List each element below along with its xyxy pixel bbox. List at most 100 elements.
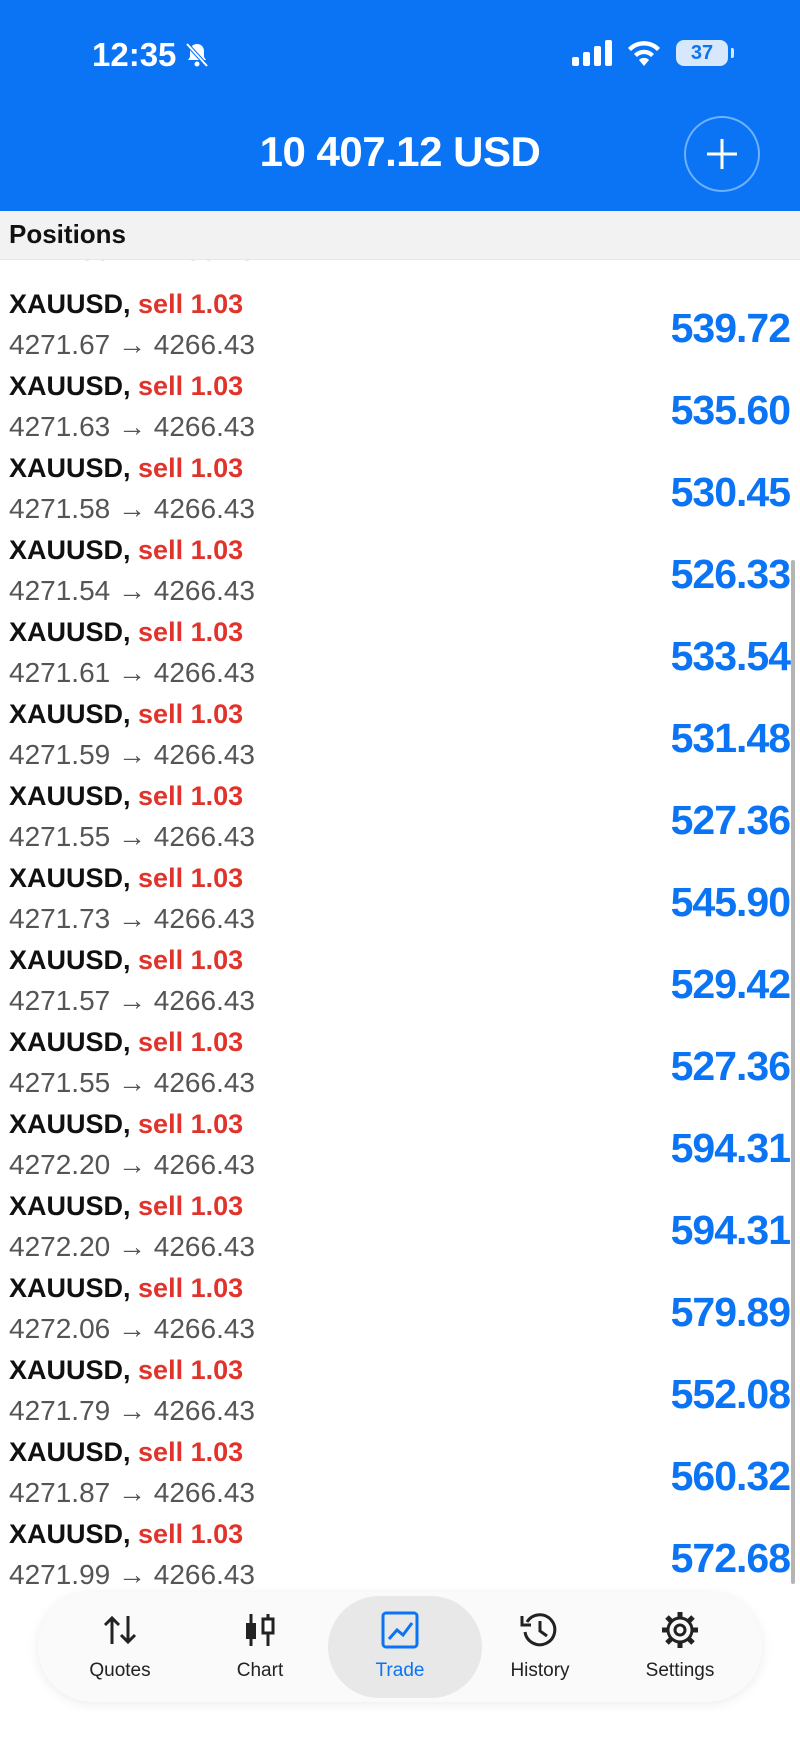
position-symbol: XAUUSD, sell 1.03: [9, 617, 243, 648]
position-symbol: XAUUSD, sell 1.03: [9, 1437, 243, 1468]
position-row[interactable]: XAUUSD, sell 1.03 4271.73 → 4266.43 545.90: [0, 857, 800, 939]
position-profit: 529.42: [670, 961, 791, 1007]
tab-quotes[interactable]: Quotes: [50, 1592, 190, 1702]
arrow-icon: →: [118, 1477, 146, 1508]
symbol-name: XAUUSD,: [9, 617, 131, 647]
battery-icon: 37: [676, 40, 734, 66]
arrow-icon: →: [118, 1395, 146, 1426]
arrow-icon: →: [118, 903, 146, 934]
position-prices: 4271.55 → 4266.43: [9, 1067, 255, 1099]
arrow-icon: →: [118, 329, 146, 360]
battery-level: 37: [690, 41, 714, 64]
trade-side: sell 1.03: [138, 289, 244, 319]
tab-trade[interactable]: Trade: [328, 1592, 482, 1702]
position-symbol: XAUUSD, sell 1.03: [9, 289, 243, 320]
symbol-name: XAUUSD,: [9, 945, 131, 975]
tab-history[interactable]: History: [470, 1592, 610, 1702]
chart-icon: [246, 1614, 275, 1646]
current-price: 4266.43: [153, 411, 255, 442]
position-profit: 560.32: [670, 1453, 791, 1499]
open-price: 4271.63: [9, 411, 111, 442]
position-symbol: XAUUSD, sell 1.03: [9, 781, 243, 812]
tab-label: Quotes: [89, 1660, 151, 1681]
status-indicators: 37: [572, 40, 734, 66]
arrow-icon: →: [118, 1067, 146, 1098]
position-row[interactable]: XAUUSD, sell 1.03 4271.59 → 4266.43 531.48: [0, 693, 800, 775]
arrow-icon: →: [118, 821, 146, 852]
position-symbol: XAUUSD, sell 1.03: [9, 1273, 243, 1304]
position-profit: 545.90: [670, 879, 791, 925]
position-row[interactable]: XAUUSD, sell 1.03 4271.87 → 4266.43 560.32: [0, 1431, 800, 1513]
position-row[interactable]: XAUUSD, sell 1.03 4271.99 → 4266.43 572.68: [0, 1513, 800, 1589]
open-price: 4271.58: [9, 493, 111, 524]
position-symbol: XAUUSD, sell 1.03: [9, 535, 243, 566]
symbol-name: XAUUSD,: [9, 1109, 131, 1139]
open-price: 4271.79: [9, 1395, 111, 1426]
current-price: 4266.43: [153, 657, 255, 688]
position-symbol: XAUUSD, sell 1.03: [9, 1355, 243, 1386]
arrow-icon: →: [118, 985, 146, 1016]
trade-side: sell 1.03: [138, 1355, 244, 1385]
position-row[interactable]: XAUUSD, sell 1.03 4271.55 → 4266.43 527.36: [0, 775, 800, 857]
open-price: 4271.67: [9, 329, 111, 360]
position-row[interactable]: XAUUSD, sell 1.03 4271.57 → 4266.43 529.42: [0, 939, 800, 1021]
position-row[interactable]: XAUUSD, sell 1.03 4271.61 → 4266.43 533.54: [0, 611, 800, 693]
open-price: 4271.73: [9, 903, 111, 934]
section-title: Positions: [9, 219, 127, 249]
position-row[interactable]: XAUUSD, sell 1.03 4271.63 → 4266.43 535.60: [0, 365, 800, 447]
open-price: 4271.61: [9, 657, 111, 688]
trade-side: sell 1.03: [138, 617, 244, 647]
scrollbar[interactable]: [791, 560, 795, 1584]
tab-chart[interactable]: Chart: [190, 1592, 330, 1702]
current-price: 4266.43: [153, 739, 255, 770]
position-symbol: XAUUSD, sell 1.03: [9, 945, 243, 976]
position-row[interactable]: XAUUSD, sell 1.03 4272.20 → 4266.43 594.31: [0, 1103, 800, 1185]
wifi-icon: [628, 41, 660, 66]
position-profit: 527.36: [670, 1043, 791, 1089]
position-row[interactable]: XAUUSD, sell 1.03 4271.58 → 4266.43 530.45: [0, 447, 800, 529]
position-row[interactable]: XAUUSD, sell 1.03 4271.54 → 4266.43 526.33: [0, 529, 800, 611]
position-profit: 594.31: [670, 1125, 791, 1171]
new-order-button[interactable]: [684, 116, 760, 192]
position-row[interactable]: XAUUSD, sell 1.03 4272.20 → 4266.43 594.31: [0, 1185, 800, 1267]
positions-list[interactable]: 4271.66 → 4266.43 XAUUSD, sell 1.03 4271.…: [0, 259, 800, 1589]
position-symbol: XAUUSD, sell 1.03: [9, 371, 243, 402]
clock: 12:35: [92, 36, 177, 73]
tab-settings[interactable]: Settings: [610, 1592, 750, 1702]
arrow-icon: →: [118, 1149, 146, 1180]
position-profit: 531.48: [670, 715, 791, 761]
bottom-tab-bar: Quotes Chart Trade History Settings: [38, 1592, 762, 1702]
list-item-partial[interactable]: 4271.66 → 4266.43: [9, 259, 255, 267]
symbol-name: XAUUSD,: [9, 781, 131, 811]
position-row[interactable]: XAUUSD, sell 1.03 4271.79 → 4266.43 552.08: [0, 1349, 800, 1431]
position-profit: 579.89: [670, 1289, 791, 1335]
open-price: 4272.06: [9, 1313, 111, 1344]
position-profit: 539.72: [670, 305, 791, 351]
signal-icon: [572, 40, 612, 66]
open-price: 4271.87: [9, 1477, 111, 1508]
current-price: 4266.43: [153, 1395, 255, 1426]
position-row[interactable]: XAUUSD, sell 1.03 4271.55 → 4266.43 527.36: [0, 1021, 800, 1103]
trade-side: sell 1.03: [138, 1191, 244, 1221]
position-prices: 4272.06 → 4266.43: [9, 1313, 255, 1345]
open-price: 4271.99: [9, 1559, 111, 1589]
position-prices: 4271.54 → 4266.43: [9, 575, 255, 607]
arrow-icon: →: [118, 575, 146, 606]
current-price: 4266.43: [153, 1313, 255, 1344]
position-prices: 4272.20 → 4266.43: [9, 1231, 255, 1263]
position-row[interactable]: XAUUSD, sell 1.03 4272.06 → 4266.43 579.89: [0, 1267, 800, 1349]
trade-side: sell 1.03: [138, 453, 244, 483]
position-prices: 4271.67 → 4266.43: [9, 329, 255, 361]
arrow-icon: →: [118, 657, 146, 688]
position-prices: 4271.58 → 4266.43: [9, 493, 255, 525]
symbol-name: XAUUSD,: [9, 863, 131, 893]
trade-side: sell 1.03: [138, 1109, 244, 1139]
position-row[interactable]: XAUUSD, sell 1.03 4271.67 → 4266.43 539.72: [0, 283, 800, 365]
symbol-name: XAUUSD,: [9, 535, 131, 565]
symbol-name: XAUUSD,: [9, 1519, 131, 1549]
positions-section-header: Positions: [0, 211, 800, 260]
open-price: 4272.20: [9, 1231, 111, 1262]
position-profit: 530.45: [670, 469, 791, 515]
position-profit: 533.54: [670, 633, 791, 679]
open-price: 4271.55: [9, 821, 111, 852]
